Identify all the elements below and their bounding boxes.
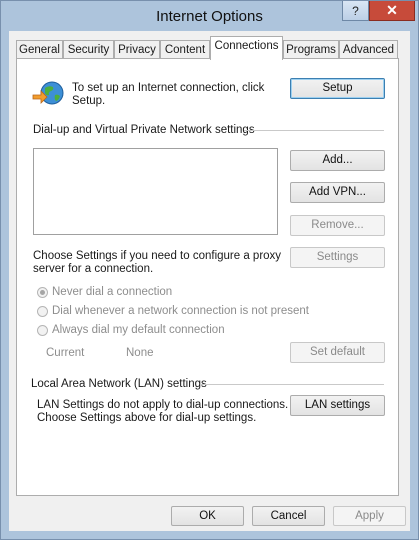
close-icon: ✕ xyxy=(386,2,398,18)
settings-button[interactable]: Settings xyxy=(290,247,385,268)
radio-dial-whenever-label: Dial whenever a network connection is no… xyxy=(52,305,309,317)
setup-description-line2: Setup. xyxy=(72,95,106,107)
lan-heading: Local Area Network (LAN) settings xyxy=(31,378,207,390)
tab-security[interactable]: Security xyxy=(63,40,114,60)
lan-description-line2: Choose Settings above for dial-up settin… xyxy=(37,412,257,424)
connections-listbox[interactable] xyxy=(33,148,278,235)
tab-general[interactable]: General xyxy=(16,40,63,60)
setup-description-line1: To set up an Internet connection, click xyxy=(72,82,265,94)
cancel-button[interactable]: Cancel xyxy=(252,506,325,526)
settings-description-line2: server for a connection. xyxy=(33,263,154,275)
dialup-divider xyxy=(244,130,384,131)
apply-button[interactable]: Apply xyxy=(333,506,406,526)
radio-dial-whenever[interactable] xyxy=(37,306,48,317)
lan-description-line1: LAN Settings do not apply to dial-up con… xyxy=(37,399,289,411)
radio-always-dial-label: Always dial my default connection xyxy=(52,324,225,336)
tab-privacy[interactable]: Privacy xyxy=(114,40,160,60)
lan-divider xyxy=(200,384,384,385)
globe-network-icon xyxy=(31,79,65,107)
tab-content[interactable]: Content xyxy=(160,40,210,60)
current-value: None xyxy=(126,347,154,359)
radio-always-dial[interactable] xyxy=(37,325,48,336)
setup-button[interactable]: Setup xyxy=(290,78,385,99)
tab-advanced[interactable]: Advanced xyxy=(339,40,398,60)
remove-button[interactable]: Remove... xyxy=(290,215,385,236)
ok-button[interactable]: OK xyxy=(171,506,244,526)
add-button[interactable]: Add... xyxy=(290,150,385,171)
tab-connections[interactable]: Connections xyxy=(210,36,283,60)
dialup-heading: Dial-up and Virtual Private Network sett… xyxy=(33,124,255,136)
set-default-button[interactable]: Set default xyxy=(290,342,385,363)
add-vpn-button[interactable]: Add VPN... xyxy=(290,182,385,203)
radio-never-dial[interactable] xyxy=(37,287,48,298)
radio-never-dial-label: Never dial a connection xyxy=(52,286,173,298)
help-icon: ? xyxy=(352,3,359,18)
current-label: Current xyxy=(46,347,85,359)
help-button[interactable]: ? xyxy=(342,1,369,21)
tab-programs[interactable]: Programs xyxy=(283,40,339,60)
close-button[interactable]: ✕ xyxy=(369,1,415,21)
lan-settings-button[interactable]: LAN settings xyxy=(290,395,385,416)
title-bar[interactable]: Internet Options ? ✕ xyxy=(1,1,418,33)
settings-description-line1: Choose Settings if you need to configure… xyxy=(33,250,282,262)
